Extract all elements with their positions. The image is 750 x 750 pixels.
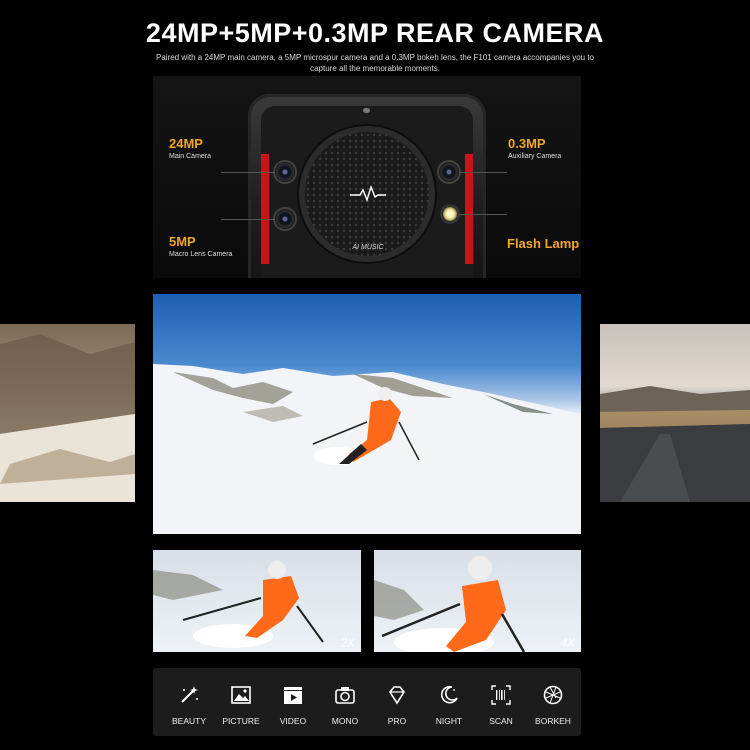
mode-beauty[interactable]: BEAUTY — [163, 668, 215, 736]
video-clapper-icon — [284, 687, 302, 704]
auxiliary-camera-value: 0.3MP — [508, 136, 546, 151]
speaker-brand-text: AI MUSIC — [352, 244, 384, 251]
page-title: 24MP+5MP+0.3MP REAR CAMERA — [145, 18, 605, 48]
barcode-icon — [491, 685, 511, 705]
mode-night[interactable]: NIGHT — [423, 668, 475, 736]
mode-scan[interactable]: SCAN — [475, 668, 527, 736]
magic-wand-icon — [181, 686, 198, 703]
page-subtitle: Paired with a 24MP main camera, a 5MP mi… — [156, 53, 594, 73]
mode-video[interactable]: VIDEO — [267, 668, 319, 736]
moon-icon — [441, 685, 458, 704]
mode-borkeh[interactable]: BORKEH — [527, 668, 579, 736]
waveform-logo-icon — [350, 184, 386, 203]
auxiliary-camera-leader-line — [459, 172, 507, 173]
macro-camera-value: 5MP — [169, 234, 196, 249]
picture-icon — [231, 686, 251, 704]
auxiliary-camera-lens — [439, 162, 459, 182]
main-camera-leader-line — [221, 172, 275, 173]
mode-label: BORKEH — [535, 716, 571, 726]
zoom-photo-4x: 4X — [374, 550, 581, 652]
side-photo-right — [600, 324, 750, 502]
auxiliary-camera-label: 0.3MP Auxiliary Camera — [508, 136, 561, 160]
aperture-icon — [543, 685, 563, 705]
microphone-hole — [363, 108, 370, 113]
flash-lamp — [443, 207, 457, 221]
diamond-icon — [389, 686, 405, 705]
flash-lamp-value: Flash Lamp — [507, 236, 580, 251]
main-camera-label: 24MP Main Camera — [169, 136, 211, 160]
camera-mode-bar: BEAUTY PICTURE VIDEO MONO PRO NIGHT SCAN… — [153, 668, 581, 736]
side-photo-left — [0, 324, 135, 502]
red-trim-left — [261, 154, 269, 264]
mode-pro[interactable]: PRO — [371, 668, 423, 736]
camera-module-panel: AI MUSIC 24MP Main Camera 5MP Macro Lens… — [153, 76, 581, 278]
zoom-level-2x: 2X — [340, 636, 355, 650]
camera-icon — [335, 687, 355, 704]
macro-camera-label: 5MP Macro Lens Camera — [169, 234, 232, 258]
zoom-photo-2x: 2X — [153, 550, 361, 652]
main-camera-caption: Main Camera — [169, 153, 212, 160]
flash-lamp-label: Flash Lamp — [507, 236, 579, 251]
macro-camera-caption: Macro Lens Camera — [169, 251, 233, 258]
main-skier-photo — [153, 294, 581, 534]
red-trim-right — [465, 154, 473, 264]
auxiliary-camera-caption: Auxiliary Camera — [508, 153, 562, 160]
main-camera-lens — [275, 162, 295, 182]
macro-camera-leader-line — [221, 219, 275, 220]
zoom-level-4x: 4X — [560, 636, 575, 650]
mode-mono[interactable]: MONO — [319, 668, 371, 736]
mode-picture[interactable]: PICTURE — [215, 668, 267, 736]
main-camera-value: 24MP — [169, 136, 203, 151]
flash-leader-line — [459, 214, 507, 215]
macro-camera-lens — [275, 209, 295, 229]
